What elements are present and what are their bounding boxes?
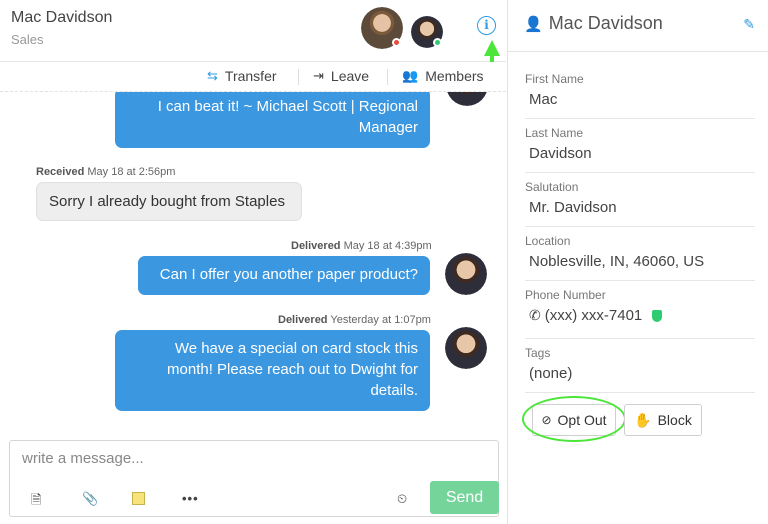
message-bubble: We have a special on card stock this mon… (115, 330, 430, 411)
field-location: Location Noblesville, IN, 46060, US (525, 234, 755, 281)
sender-avatar (446, 92, 488, 106)
conversation-panel: Mac Davidson Sales i ⇆ Transfer ⇥ Leave … (0, 0, 506, 524)
hand-icon: ✋ (634, 411, 652, 428)
leave-button[interactable]: ⇥ Leave (313, 68, 369, 84)
sticky-note-icon[interactable] (132, 492, 145, 505)
info-icon[interactable]: i (477, 16, 496, 35)
phone-number[interactable]: (xxx) xxx-7401 (545, 307, 643, 324)
edit-pencil-icon[interactable]: ✎ (743, 16, 755, 33)
status-busy-dot (392, 38, 401, 47)
field-tags: Tags (none) (525, 346, 755, 393)
more-icon[interactable]: ••• (182, 491, 199, 506)
message-composer[interactable]: write a message... 🗎 📎 ••• ⏲ (9, 440, 499, 517)
field-first-name: First Name Mac (525, 72, 755, 119)
user-icon: 👤 (524, 15, 543, 33)
transfer-button[interactable]: ⇆ Transfer (207, 68, 277, 84)
verified-shield-icon (652, 309, 663, 322)
field-phone-number: Phone Number ✆ (xxx) xxx-7401 (525, 288, 755, 339)
conversation-header: Mac Davidson Sales i (0, 0, 506, 128)
message-bubble: Sorry I already bought from Staples (36, 182, 302, 221)
leave-icon: ⇥ (313, 68, 324, 83)
conversation-actions: ⇆ Transfer ⇥ Leave 👥 Members (0, 62, 506, 92)
message-meta: Delivered May 18 at 4:39pm (291, 240, 432, 252)
sender-avatar (445, 327, 487, 369)
send-button[interactable]: Send (430, 481, 499, 514)
message-input[interactable]: write a message... (22, 450, 144, 467)
field-last-name: Last Name Davidson (525, 126, 755, 173)
members-button[interactable]: 👥 Members (402, 68, 484, 84)
contact-details-header: 👤 Mac Davidson ✎ (508, 0, 768, 52)
block-button[interactable]: ✋ Block (624, 404, 702, 436)
message-list[interactable]: I can beat it! ~ Michael Scott | Regiona… (0, 92, 506, 432)
message-meta: Delivered Yesterday at 1:07pm (278, 314, 431, 326)
message-bubble: Can I offer you another paper product? (138, 256, 430, 295)
clock-icon[interactable]: ⏲ (397, 491, 407, 507)
contact-name: Mac Davidson (11, 9, 113, 26)
field-salutation: Salutation Mr. Davidson (525, 180, 755, 227)
paperclip-icon[interactable]: 📎 (82, 491, 98, 507)
contact-details-title: Mac Davidson (548, 13, 663, 33)
document-icon[interactable]: 🗎 (31, 491, 41, 513)
sender-avatar (445, 253, 487, 295)
message-meta: Received May 18 at 2:56pm (36, 166, 176, 178)
contact-department: Sales (11, 32, 44, 47)
status-online-dot (433, 38, 442, 47)
contact-details-panel: 👤 Mac Davidson ✎ First Name Mac Last Nam… (507, 0, 768, 524)
annotation-circle (522, 396, 626, 442)
phone-icon: ✆ (529, 307, 541, 323)
message-bubble: I can beat it! ~ Michael Scott | Regiona… (115, 92, 430, 148)
transfer-icon: ⇆ (207, 68, 218, 83)
members-icon: 👥 (402, 68, 419, 83)
